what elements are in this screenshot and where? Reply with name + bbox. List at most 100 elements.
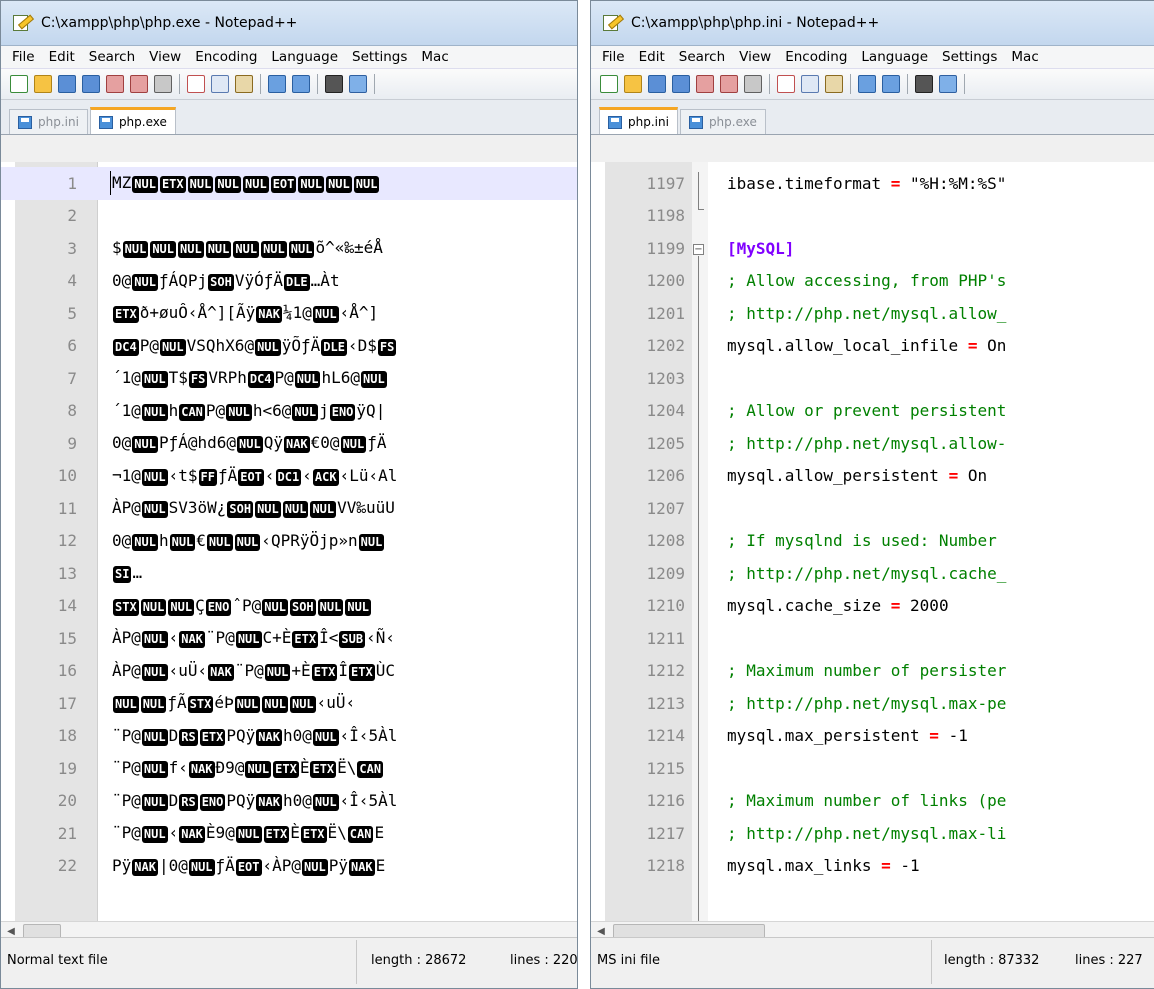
- menu-encoding[interactable]: Encoding: [188, 49, 264, 65]
- copy-icon[interactable]: [801, 75, 819, 93]
- editor-line[interactable]: 3 $ NUL NUL NUL NUL NUL NUL NUL õ^«‰±éÅ: [1, 232, 577, 265]
- editor-line[interactable]: 1216 ; Maximum number of links (pe: [591, 785, 1154, 818]
- menu-encoding[interactable]: Encoding: [778, 49, 854, 65]
- new-file-icon[interactable]: [10, 75, 28, 93]
- editor-line[interactable]: 1212 ; Maximum number of persister: [591, 655, 1154, 688]
- menu-language[interactable]: Language: [264, 49, 345, 65]
- editor-line[interactable]: 1198: [591, 200, 1154, 233]
- menu-view[interactable]: View: [142, 49, 188, 65]
- close-icon[interactable]: [696, 75, 714, 93]
- menu-mac[interactable]: Mac: [1004, 49, 1045, 65]
- editor-line[interactable]: 21 ¨P@ NUL ‹ NAK È9@ NUL ETX È ETX Ë\ CAN E: [1, 817, 577, 850]
- editor-line[interactable]: 19 ¨P@ NUL f‹ NAK Ð9@ NUL ETX È ETX Ë\ CAN: [1, 752, 577, 785]
- editor-line[interactable]: 22 Pÿ NAK |0@ NUL ƒÄ EOT ‹ÀP@ NUL Pÿ NAK E: [1, 850, 577, 883]
- paste-icon[interactable]: [235, 75, 253, 93]
- menu-file[interactable]: File: [5, 49, 42, 65]
- editor-line[interactable]: 1210 mysql.cache_size = 2000: [591, 590, 1154, 623]
- editor-line[interactable]: 9 0@ NUL PƒÁ@hd6@ NUL Qÿ NAK €0@ NUL ƒÄ: [1, 427, 577, 460]
- editor-line[interactable]: 13 SI…: [1, 557, 577, 590]
- cut-icon[interactable]: [187, 75, 205, 93]
- editor-line[interactable]: 1203: [591, 362, 1154, 395]
- editor-line[interactable]: 2: [1, 200, 577, 233]
- menu-mac[interactable]: Mac: [414, 49, 455, 65]
- editor-line[interactable]: 1202 mysql.allow_local_infile = On: [591, 330, 1154, 363]
- menu-search[interactable]: Search: [82, 49, 142, 65]
- replace-icon[interactable]: [349, 75, 367, 93]
- editor-line[interactable]: 18 ¨P@ NUL D RS ETX PQÿ NAK h0@ NUL ‹Î‹5Àl: [1, 720, 577, 753]
- menu-view[interactable]: View: [732, 49, 778, 65]
- editor-line[interactable]: 1211: [591, 622, 1154, 655]
- editor-line[interactable]: 10 ¬1@ NUL ‹t$ FF ƒÄ EOT ‹ DC1 ‹ ACK ‹Lü‹Al: [1, 460, 577, 493]
- line-text: ; http://php.net/mysql.allow-: [727, 433, 1007, 453]
- open-file-icon[interactable]: [624, 75, 642, 93]
- save-icon[interactable]: [648, 75, 666, 93]
- editor-line[interactable]: 12 0@ NUL h NUL € NUL NUL ‹QPRÿÖjp»n NUL: [1, 525, 577, 558]
- save-icon[interactable]: [58, 75, 76, 93]
- editor-line[interactable]: 1218 mysql.max_links = -1: [591, 850, 1154, 883]
- tab-php-exe[interactable]: php.exe: [679, 109, 766, 134]
- editor-line[interactable]: 1208 ; If mysqlnd is used: Number: [591, 525, 1154, 558]
- title-bar[interactable]: C:\xampp\php\php.exe - Notepad++: [1, 1, 577, 46]
- copy-icon[interactable]: [211, 75, 229, 93]
- editor-line[interactable]: 1205 ; http://php.net/mysql.allow-: [591, 427, 1154, 460]
- control-char-badge: NUL: [317, 598, 344, 616]
- menu-edit[interactable]: Edit: [42, 49, 82, 65]
- editor-line[interactable]: 5 ETX ð+øuÔ‹Å^][Ãÿ NAK ¼1@ NUL ‹Å^]: [1, 297, 577, 330]
- editor-line[interactable]: 14 STX NUL NUL Ç ENO ˆP@ NUL SOH NUL NUL: [1, 590, 577, 623]
- save-all-icon[interactable]: [672, 75, 690, 93]
- tab-php-ini[interactable]: php.ini: [9, 109, 88, 134]
- redo-icon[interactable]: [882, 75, 900, 93]
- editor-line[interactable]: 20 ¨P@ NUL D RS ENO PQÿ NAK h0@ NUL ‹Î‹5Àl: [1, 785, 577, 818]
- close-icon[interactable]: [106, 75, 124, 93]
- menu-file[interactable]: File: [595, 49, 632, 65]
- editor-line[interactable]: 1206 mysql.allow_persistent = On: [591, 460, 1154, 493]
- editor-line[interactable]: 1209 ; http://php.net/mysql.cache_: [591, 557, 1154, 590]
- menu-settings[interactable]: Settings: [935, 49, 1004, 65]
- editor-line[interactable]: 1201 ; http://php.net/mysql.allow_: [591, 297, 1154, 330]
- editor-line[interactable]: 11 ÀP@ NUL SV3öW¿ SOH NUL NUL NUL VV‰uüU: [1, 492, 577, 525]
- print-icon[interactable]: [154, 75, 172, 93]
- editor-line[interactable]: 1197 ibase.timeformat = "%H:%M:%S": [591, 167, 1154, 200]
- menu-edit[interactable]: Edit: [632, 49, 672, 65]
- editor-line[interactable]: 1215: [591, 752, 1154, 785]
- editor-line[interactable]: 1199 [MySQL]: [591, 232, 1154, 265]
- editor-line[interactable]: 1200 ; Allow accessing, from PHP's: [591, 265, 1154, 298]
- save-all-icon[interactable]: [82, 75, 100, 93]
- menu-search[interactable]: Search: [672, 49, 732, 65]
- undo-icon[interactable]: [268, 75, 286, 93]
- replace-icon[interactable]: [939, 75, 957, 93]
- editor-line[interactable]: 1207: [591, 492, 1154, 525]
- editor-line[interactable]: 1213 ; http://php.net/mysql.max-pe: [591, 687, 1154, 720]
- fold-toggle-icon[interactable]: −: [693, 244, 704, 255]
- close-all-icon[interactable]: [720, 75, 738, 93]
- title-bar[interactable]: C:\xampp\php\php.ini - Notepad++: [591, 1, 1154, 46]
- undo-icon[interactable]: [858, 75, 876, 93]
- editor-line[interactable]: 17 NUL NUL ƒÃ STX éÞ NUL NUL NUL ‹uÜ‹: [1, 687, 577, 720]
- editor-line[interactable]: 1217 ; http://php.net/mysql.max-li: [591, 817, 1154, 850]
- tab-php-ini[interactable]: php.ini: [599, 107, 678, 134]
- fold-guide: [698, 209, 704, 210]
- paste-icon[interactable]: [825, 75, 843, 93]
- editor-line[interactable]: 1204 ; Allow or prevent persistent: [591, 395, 1154, 428]
- menu-settings[interactable]: Settings: [345, 49, 414, 65]
- new-file-icon[interactable]: [600, 75, 618, 93]
- editor-line[interactable]: 4 0@ NUL ƒÁQPj SOH VÿÓƒÄ DLE …Àt: [1, 265, 577, 298]
- find-icon[interactable]: [325, 75, 343, 93]
- editor-line[interactable]: 1 MZ NUL ETX NUL NUL NUL EOT NUL NUL NUL: [1, 167, 577, 200]
- find-icon[interactable]: [915, 75, 933, 93]
- editor-line[interactable]: 15 ÀP@ NUL ‹ NAK ¨P@ NUL C+È ETX Î< SUB ‹Ñ‹: [1, 622, 577, 655]
- editor-line[interactable]: 16 ÀP@ NUL ‹uÜ‹ NAK ¨P@ NUL +È ETX Î ETX ÙC: [1, 655, 577, 688]
- redo-icon[interactable]: [292, 75, 310, 93]
- editor-area[interactable]: 1197 ibase.timeformat = "%H:%M:%S" 1198 119…: [591, 162, 1154, 921]
- print-icon[interactable]: [744, 75, 762, 93]
- editor-line[interactable]: 1214 mysql.max_persistent = -1: [591, 720, 1154, 753]
- editor-line[interactable]: 6 DC4 P@ NUL VSQhX6@ NUL ÿÕƒÄ DLE ‹D$ FS: [1, 330, 577, 363]
- cut-icon[interactable]: [777, 75, 795, 93]
- editor-line[interactable]: 7 ´1@ NUL T$ FS VRPh DC4 P@ NUL hL6@ NUL: [1, 362, 577, 395]
- menu-language[interactable]: Language: [854, 49, 935, 65]
- editor-area[interactable]: 1 MZ NUL ETX NUL NUL NUL EOT NUL NUL NUL 2 3 $ NUL NUL N…: [1, 162, 577, 921]
- editor-line[interactable]: 8 ´1@ NUL h CAN P@ NUL h<6@ NUL j ENO ÿQ|: [1, 395, 577, 428]
- tab-php-exe[interactable]: php.exe: [89, 107, 176, 134]
- open-file-icon[interactable]: [34, 75, 52, 93]
- close-all-icon[interactable]: [130, 75, 148, 93]
